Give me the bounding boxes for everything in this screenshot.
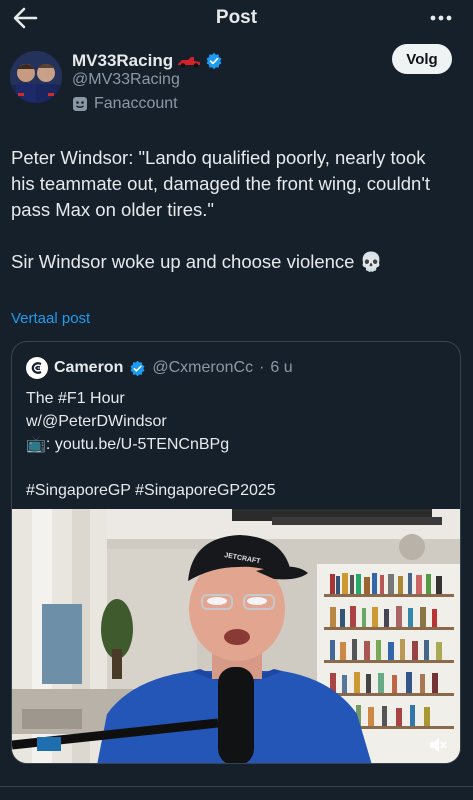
divider: [0, 786, 473, 787]
more-horizontal-icon[interactable]: [429, 6, 453, 30]
translate-post-link[interactable]: Vertaal post: [11, 310, 90, 327]
quoted-line-3: 📺: youtu.be/U-5TENCnBPg: [26, 436, 230, 453]
quoted-line-1: The #F1 Hour: [26, 390, 125, 407]
tweet-paragraph-2: Sir Windsor woke up and choose violence …: [11, 251, 383, 272]
quoted-avatar[interactable]: [26, 357, 48, 379]
quoted-post-text: The #F1 Hour w/@PeterDWindsor 📺: youtu.b…: [26, 387, 446, 502]
avatar[interactable]: [10, 51, 62, 103]
account-label-text: Fanaccount: [94, 95, 178, 112]
quoted-post-time: 6 u: [270, 359, 293, 376]
quoted-post[interactable]: Cameron @CxmeronCc · 6 u The #F1 Hour w/…: [11, 341, 461, 764]
follow-button[interactable]: Volg: [392, 44, 452, 74]
mute-icon[interactable]: [428, 735, 448, 755]
video-frame-image: JETCRAFT: [12, 509, 460, 763]
quoted-line-2: w/@PeterDWindsor: [26, 413, 167, 430]
author-name[interactable]: MV33Racing: [72, 51, 173, 71]
tweet-paragraph-1: Peter Windsor: "Lando qualified poorly, …: [11, 147, 430, 220]
separator-dot: ·: [259, 359, 265, 376]
verified-badge-icon[interactable]: [205, 52, 223, 70]
verified-badge-icon: [130, 360, 145, 376]
page-title: Post: [215, 7, 258, 28]
avatar-image: [10, 51, 62, 103]
fan-account-icon: [73, 97, 87, 111]
account-label: Fanaccount: [72, 95, 178, 113]
quoted-author-handle[interactable]: @CxmeronCc: [152, 359, 253, 377]
author-name-row: MV33Racing: [72, 50, 223, 72]
quoted-video[interactable]: JETCRAFT: [12, 509, 460, 763]
quoted-line-4: #SingaporeGP #SingaporeGP2025: [26, 482, 276, 499]
tweet-text: Peter Windsor: "Lando qualified poorly, …: [11, 145, 451, 275]
quoted-avatar-logo-icon: [31, 362, 42, 374]
author-handle[interactable]: @MV33Racing: [72, 71, 180, 89]
quoted-author-name[interactable]: Cameron: [54, 359, 123, 377]
race-car-icon: [178, 57, 201, 68]
top-bar: Post: [0, 0, 473, 36]
quoted-post-header: Cameron @CxmeronCc · 6 u: [26, 357, 293, 379]
